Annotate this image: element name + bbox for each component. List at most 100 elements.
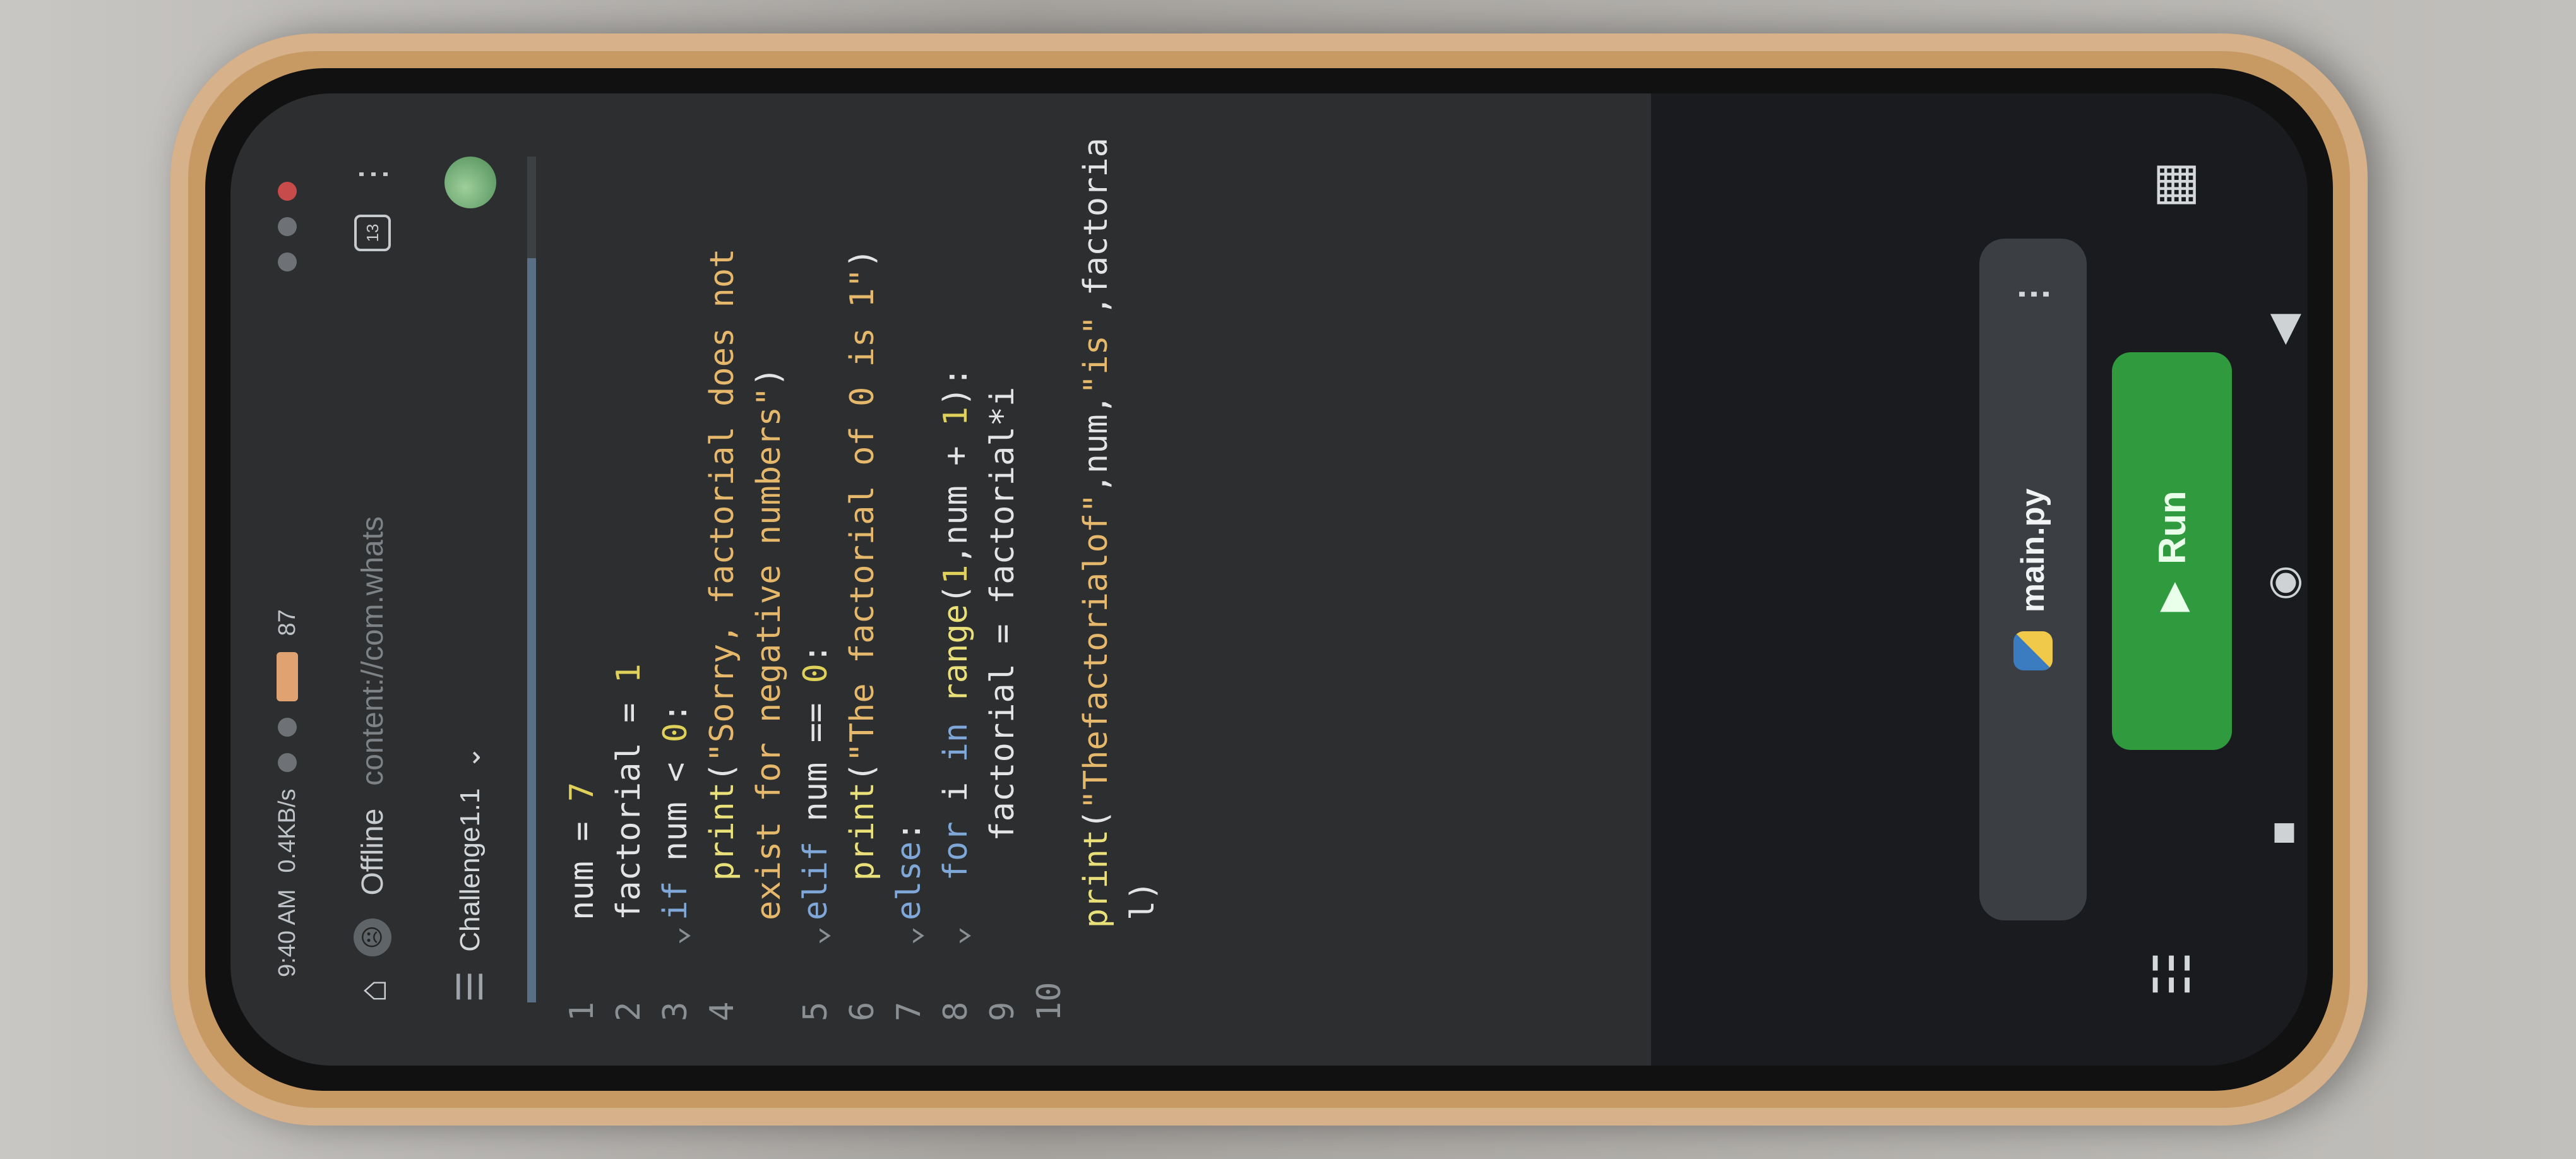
fold-chevron-icon <box>699 920 746 946</box>
wifi-icon <box>278 718 297 737</box>
fold-chevron-icon <box>1026 920 1073 946</box>
code-token: 1 <box>610 663 648 684</box>
status-net-speed: 0.4KB/s <box>273 788 301 873</box>
url-text[interactable]: content://com.whats <box>355 516 390 786</box>
code-line[interactable]: 10 <box>1026 138 1073 1021</box>
code-token: 1 <box>937 406 975 427</box>
code-token: elif <box>797 841 835 920</box>
file-name[interactable]: main.py <box>2014 489 2052 613</box>
code-token: print <box>844 782 881 881</box>
line-number: 9 <box>984 1001 1022 1021</box>
code-token: ( <box>844 762 881 782</box>
python-file-icon <box>2013 631 2053 671</box>
fold-chevron-icon <box>1073 928 1119 951</box>
code-line[interactable]: 4 print("Sorry, factorial does not <box>699 138 746 1021</box>
project-title-caret-icon[interactable]: ⌄ <box>455 746 487 770</box>
line-number: 4 <box>703 1001 741 1021</box>
code-token: l) <box>1124 881 1162 920</box>
code-token: ) <box>750 367 788 387</box>
line-number: 7 <box>890 1001 928 1021</box>
android-nav-bar: ■ ◉ ◀ <box>2238 93 2308 1066</box>
code-line[interactable]: print("Thefactorialof" ,num, "is" ,factoria <box>1073 138 1119 1021</box>
line-number: 10 <box>1030 982 1068 1021</box>
phone-bezel: 9:40 AM 0.4KB/s 87 ⌂ ☹ Offline content:/… <box>205 68 2333 1091</box>
code-line[interactable]: l) <box>1119 138 1166 1021</box>
code-token: : <box>890 821 928 841</box>
code-token: 1 <box>937 564 975 585</box>
code-token: ( <box>703 762 741 782</box>
battery-icon <box>277 652 298 702</box>
code-line[interactable]: 8 ⌄ for i in range(1 ,num + 1): <box>933 138 979 1021</box>
code-line[interactable]: 2 factorial = 1 <box>605 138 652 1021</box>
code-line[interactable]: 3 ⌄ if num < 0: <box>652 138 699 1021</box>
code-token: ,num + <box>937 426 975 565</box>
notification-icon <box>278 253 297 271</box>
tabs-count-button[interactable]: 13 <box>354 215 391 251</box>
code-token: exist for negative numbers" <box>750 386 788 920</box>
run-button[interactable]: ▶ Run <box>2112 352 2232 750</box>
line-number <box>1073 951 1119 1021</box>
hamburger-menu-icon[interactable]: ☰ <box>450 971 491 1002</box>
code-token: "Sorry, factorial does not <box>703 248 741 763</box>
code-token: range <box>937 604 975 703</box>
code-token: : <box>797 643 835 663</box>
offline-icon: ☹ <box>354 918 391 956</box>
home-icon[interactable]: ⌂ <box>350 979 395 1002</box>
code-token: for <box>937 821 975 881</box>
code-token: in <box>937 722 975 763</box>
line-number: 6 <box>844 1001 881 1021</box>
code-token: print <box>703 782 741 881</box>
code-token: num < <box>657 742 695 881</box>
phone-screen: 9:40 AM 0.4KB/s 87 ⌂ ☹ Offline content:/… <box>230 93 2308 1066</box>
code-token: "The factorial of 0 is 1" <box>844 268 881 763</box>
play-icon: ▶ <box>2152 583 2193 612</box>
project-title[interactable]: Challenge1.1 <box>455 788 486 951</box>
apps-grid-icon[interactable]: ▦ <box>2137 150 2207 220</box>
browser-menu-icon[interactable]: ⋮ <box>352 157 393 192</box>
code-token: i <box>937 762 975 822</box>
code-token: ) <box>844 248 881 268</box>
code-token: if <box>657 881 695 920</box>
file-tab-bar[interactable]: main.py ⋮ <box>1979 239 2087 920</box>
fold-chevron-icon <box>839 920 886 946</box>
fold-chevron-icon <box>605 920 652 946</box>
code-line[interactable]: 5 ⌄ elif num == 0: <box>792 138 839 1021</box>
home-nav-icon[interactable]: ◉ <box>2259 565 2306 600</box>
code-token: 0 <box>797 663 835 684</box>
code-editor[interactable]: 1 num = 7 2 factorial = 1 3 ⌄ if num < 0:4 pri… <box>559 138 1380 1021</box>
progress-bar <box>527 157 536 1002</box>
code-line[interactable]: 1 num = 7 <box>559 138 605 1021</box>
code-line[interactable]: 6 print("The factorial of 0 is 1") <box>839 138 886 1021</box>
fold-chevron-icon[interactable]: ⌄ <box>933 920 979 946</box>
code-line[interactable]: 9 factorial = factorial*i <box>979 138 1026 1021</box>
file-more-icon[interactable]: ⋮ <box>2012 276 2054 312</box>
signal-icon <box>278 753 297 773</box>
code-line[interactable]: 7 ⌄ else: <box>886 138 933 1021</box>
code-token: : <box>657 703 695 723</box>
fold-chevron-icon[interactable]: ⌄ <box>792 920 839 946</box>
sidebar-toggle-icon[interactable]: ☷ <box>2137 939 2207 1009</box>
fold-chevron-icon[interactable]: ⌄ <box>652 920 699 946</box>
record-icon <box>278 182 297 201</box>
code-line[interactable]: exist for negative numbers") <box>746 138 792 1021</box>
status-time: 9:40 AM <box>273 889 301 977</box>
app-title-bar: ☰ Challenge1.1 ⌄ <box>432 157 508 1002</box>
fold-chevron-icon <box>1119 920 1166 946</box>
code-token: factorial = <box>610 683 648 920</box>
line-number: 8 <box>937 1001 975 1021</box>
line-number: 1 <box>563 1001 601 1021</box>
fold-chevron-icon <box>979 920 1026 946</box>
code-token: factorial = factorial*i <box>984 386 1022 920</box>
back-nav-icon[interactable]: ◀ <box>2259 314 2306 345</box>
offline-label: Offline <box>355 808 390 896</box>
line-number <box>746 946 792 1021</box>
recents-nav-icon[interactable]: ■ <box>2259 821 2306 845</box>
code-token: num = <box>563 802 601 920</box>
avatar[interactable] <box>444 157 496 208</box>
fold-chevron-icon[interactable]: ⌄ <box>886 920 933 946</box>
code-token: ): <box>937 367 975 407</box>
